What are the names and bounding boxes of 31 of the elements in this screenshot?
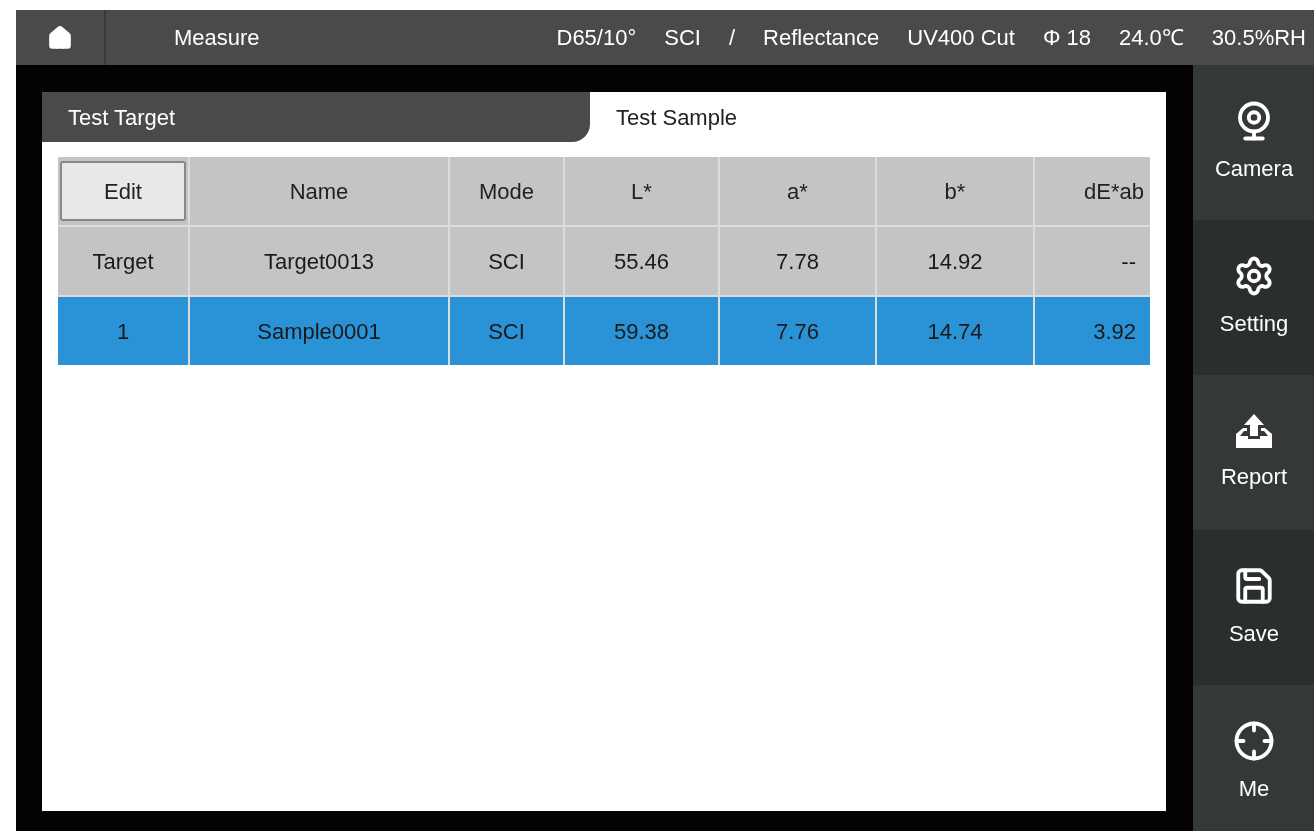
table-cell: SCI (450, 297, 565, 365)
upload-tray-icon (1234, 412, 1274, 450)
edit-button[interactable]: Edit (60, 161, 186, 221)
page-title: Measure (174, 24, 261, 52)
table-cell-text: -- (1120, 247, 1137, 276)
sidebar-button[interactable]: Save (1193, 530, 1314, 685)
table-row[interactable]: 1 Sample0001 SCI 59.38 7.76 14.74 3.92 (58, 295, 1150, 365)
table-cell: 59.38 (565, 297, 720, 365)
table-cell: 14.74 (877, 297, 1035, 365)
table-row[interactable]: Target Target0013 SCI 55.46 7.78 14.92 -- (58, 225, 1150, 295)
status-text: 24.0℃ (1119, 24, 1184, 52)
home-icon (47, 24, 73, 51)
settings-icon (1233, 255, 1275, 297)
crosshair-icon (1233, 720, 1275, 762)
sidebar-button[interactable]: Setting (1193, 220, 1314, 375)
table-cell: 1 (58, 297, 190, 365)
status-text: Φ 18 (1042, 24, 1091, 52)
column-header: dE*ab (1083, 177, 1145, 206)
status-text: UV400 Cut (907, 24, 1015, 52)
tab[interactable]: Test Target (42, 92, 590, 142)
table-cell: 7.76 (720, 297, 877, 365)
status-text: SCI (664, 24, 701, 52)
sidebar-button[interactable]: Report (1193, 375, 1314, 530)
sidebar-button[interactable]: Me (1193, 685, 1314, 831)
status-text: Reflectance (763, 24, 880, 52)
status-text: 30.5%RH (1211, 24, 1306, 52)
status-text: / (728, 24, 736, 52)
status-text: D65/10° (556, 24, 637, 52)
sidebar-button[interactable]: Camera (1193, 65, 1314, 220)
table-cell: Sample0001 (190, 297, 450, 365)
table-cell-text: 3.92 (1092, 317, 1137, 346)
